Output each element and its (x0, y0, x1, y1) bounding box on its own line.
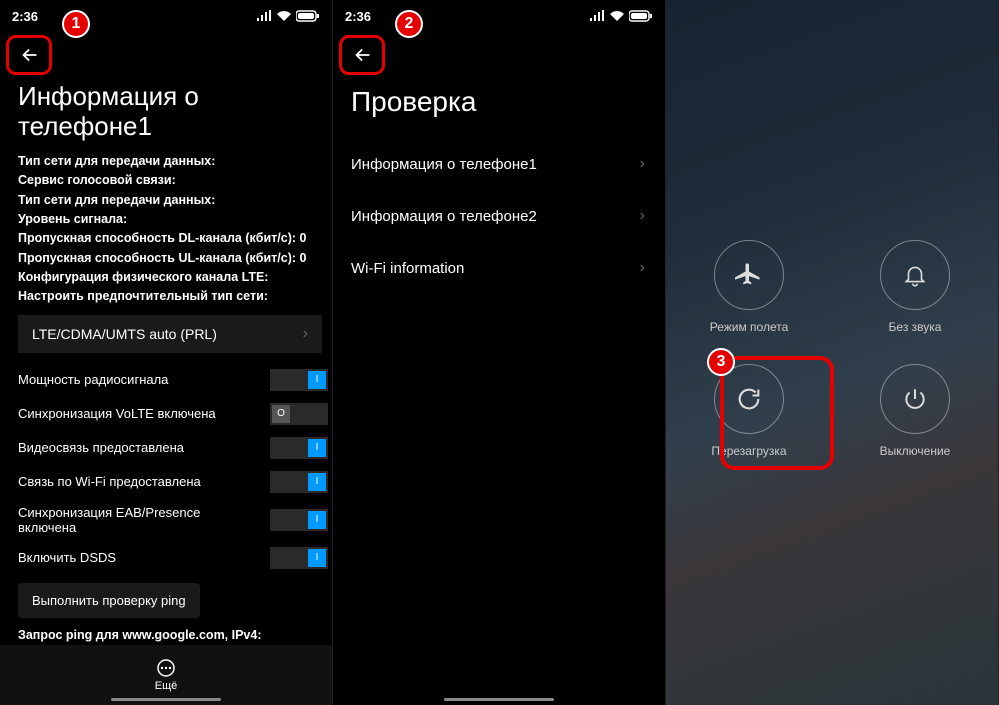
toggle-row: Синхронизация VoLTE включена O (0, 397, 332, 431)
back-row: 2 (333, 32, 665, 78)
list-label: Информация о телефоне1 (351, 156, 537, 173)
eab-presence-toggle[interactable]: I (270, 509, 328, 531)
statusbar-icons (256, 10, 320, 22)
toggle-label: Мощность радиосигнала (18, 372, 168, 387)
battery-icon (296, 10, 320, 22)
ping-line: Запрос ping для www.google.com, IPv4: (18, 626, 314, 645)
step-badge-3: 3 (707, 348, 735, 376)
volte-toggle[interactable]: O (270, 403, 328, 425)
back-row: 1 (0, 32, 332, 78)
info-line: Сервис голосовой связи: (18, 171, 314, 190)
silent-mode-button[interactable]: Без звука (880, 240, 950, 334)
signal-icon (589, 10, 605, 22)
bottom-bar: Ещё (0, 645, 332, 705)
chevron-right-icon: › (640, 259, 645, 277)
chevron-right-icon: › (640, 155, 645, 173)
nav-pill (444, 698, 554, 701)
toggle-label: Синхронизация EAB/Presenceвключена (18, 505, 200, 535)
toggle-label: Видеосвязь предоставлена (18, 440, 184, 455)
statusbar: 2:36 (0, 0, 332, 32)
more-icon[interactable] (156, 658, 176, 678)
chevron-right-icon: › (640, 207, 645, 225)
info-line: Уровень сигнала: (18, 210, 314, 229)
info-line: Пропускная способность UL-канала (кбит/с… (18, 249, 314, 268)
page-title: Информация о телефоне1 (0, 78, 332, 152)
toggle-row: Включить DSDS I (0, 541, 332, 575)
phone-screen-2: 2:36 2 Проверка Информация о телефоне1› … (333, 0, 666, 705)
signal-icon (256, 10, 272, 22)
bell-icon (902, 262, 928, 288)
dropdown-value: LTE/CDMA/UMTS auto (PRL) (32, 326, 217, 342)
list-label: Wi-Fi information (351, 260, 464, 277)
poweroff-label: Выключение (880, 444, 951, 458)
statusbar-time: 2:36 (12, 9, 38, 24)
nav-pill (111, 698, 221, 701)
power-icon (902, 386, 928, 412)
toggle-row: Синхронизация EAB/Presenceвключена I (0, 499, 332, 541)
airplane-icon (735, 261, 763, 289)
airplane-mode-button[interactable]: Режим полета (710, 240, 789, 334)
info-line: Конфигурация физического канала LTE: (18, 268, 314, 287)
more-label: Ещё (155, 680, 178, 692)
wifi-calling-toggle[interactable]: I (270, 471, 328, 493)
list-item-wifi[interactable]: Wi-Fi information › (333, 242, 665, 294)
info-line: Настроить предпочтительный тип сети: (18, 287, 314, 306)
chevron-right-icon: › (303, 325, 308, 343)
title-line1: Информация о (18, 82, 314, 112)
info-line: Тип сети для передачи данных: (18, 152, 314, 171)
toggle-row: Видеосвязь предоставлена I (0, 431, 332, 465)
title-line2: телефоне1 (18, 112, 314, 142)
poweroff-button[interactable]: Выключение (880, 364, 951, 458)
list-item-phone2[interactable]: Информация о телефоне2 › (333, 190, 665, 242)
statusbar-time: 2:36 (345, 9, 371, 24)
radio-power-toggle[interactable]: I (270, 369, 328, 391)
statusbar: 2:36 (333, 0, 665, 32)
toggle-row: Связь по Wi-Fi предоставлена I (0, 465, 332, 499)
toggle-row: Мощность радиосигнала I (0, 363, 332, 397)
battery-icon (629, 10, 653, 22)
dsds-toggle[interactable]: I (270, 547, 328, 569)
list-label: Информация о телефоне2 (351, 208, 537, 225)
highlight-1 (6, 35, 52, 75)
network-type-dropdown[interactable]: LTE/CDMA/UMTS auto (PRL) › (18, 315, 322, 353)
airplane-label: Режим полета (710, 320, 789, 334)
ping-button[interactable]: Выполнить проверку ping (18, 583, 200, 618)
info-line: Тип сети для передачи данных: (18, 191, 314, 210)
wifi-icon (276, 10, 292, 22)
statusbar-icons (589, 10, 653, 22)
step-badge-2: 2 (395, 10, 423, 38)
wifi-icon (609, 10, 625, 22)
page-title: Проверка (333, 78, 665, 138)
toggle-label: Связь по Wi-Fi предоставлена (18, 474, 201, 489)
phone-screen-1: 2:36 1 Информация о телефоне1 Тип сети д… (0, 0, 333, 705)
list-item-phone1[interactable]: Информация о телефоне1 › (333, 138, 665, 190)
toggle-label: Включить DSDS (18, 550, 116, 565)
highlight-2 (339, 35, 385, 75)
toggle-label: Синхронизация VoLTE включена (18, 406, 216, 421)
info-line: Пропускная способность DL-канала (кбит/с… (18, 229, 314, 248)
step-badge-1: 1 (62, 10, 90, 38)
silent-label: Без звука (889, 320, 942, 334)
phone-info-block: Тип сети для передачи данных: Сервис гол… (0, 152, 332, 307)
highlight-3 (720, 356, 834, 470)
video-call-toggle[interactable]: I (270, 437, 328, 459)
